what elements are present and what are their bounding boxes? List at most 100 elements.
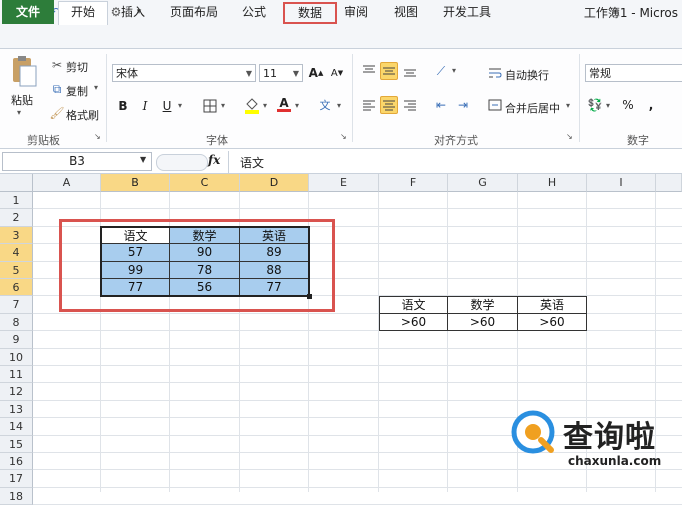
row-header-16[interactable]: 16	[0, 453, 33, 471]
column-header-g[interactable]: G	[448, 174, 518, 192]
font-launcher-icon[interactable]: ↘	[340, 132, 347, 141]
tab-view[interactable]: 视图	[388, 2, 424, 22]
phonetic-dropdown-icon[interactable]: ▾	[337, 101, 341, 110]
row-header-15[interactable]: 15	[0, 435, 33, 453]
fill-dropdown-icon[interactable]: ▾	[263, 101, 267, 110]
clipboard-launcher-icon[interactable]: ↘	[94, 132, 101, 141]
table-cell[interactable]: 语文	[379, 296, 448, 314]
orientation-icon[interactable]: ⟋	[432, 62, 450, 80]
table-cell[interactable]: 英语	[518, 296, 587, 314]
column-gridline	[447, 192, 448, 492]
cut-button[interactable]: 剪切	[66, 59, 88, 75]
wrap-text-icon[interactable]	[486, 64, 504, 82]
merge-center-button[interactable]: 合并后居中	[505, 100, 560, 116]
accounting-dropdown-icon[interactable]: ▾	[606, 101, 610, 110]
merge-dropdown-icon[interactable]: ▾	[566, 101, 570, 110]
row-header-14[interactable]: 14	[0, 418, 33, 436]
column-header-c[interactable]: C	[170, 174, 240, 192]
column-header-partial[interactable]	[656, 174, 682, 192]
row-header-10[interactable]: 10	[0, 348, 33, 366]
name-box[interactable]: B3	[2, 152, 152, 171]
fill-color-icon[interactable]	[243, 96, 261, 114]
italic-button[interactable]: I	[136, 97, 154, 115]
row-header-9[interactable]: 9	[0, 331, 33, 349]
table-cell[interactable]: >60	[448, 313, 518, 332]
column-header-a[interactable]: A	[33, 174, 101, 192]
copy-button[interactable]: 复制	[66, 83, 88, 99]
tab-developer[interactable]: 开发工具	[436, 2, 498, 22]
copy-dropdown-icon[interactable]: ▾	[94, 83, 98, 92]
table-cell[interactable]: >60	[518, 313, 587, 332]
name-box-dropdown-icon[interactable]: ▼	[140, 155, 146, 164]
decrease-indent-icon[interactable]: ⇤	[432, 96, 450, 114]
tab-data[interactable]: 数据	[283, 2, 337, 24]
tab-formulas[interactable]: 公式	[234, 2, 274, 22]
row-header-6[interactable]: 6	[0, 279, 33, 297]
align-left-icon[interactable]	[360, 96, 378, 114]
increase-indent-icon[interactable]: ⇥	[454, 96, 472, 114]
wrap-text-button[interactable]: 自动换行	[505, 67, 549, 83]
row-header-12[interactable]: 12	[0, 383, 33, 401]
align-middle-icon[interactable]	[380, 62, 398, 80]
format-painter-icon[interactable]: 🖌	[48, 104, 66, 122]
column-header-i[interactable]: I	[587, 174, 656, 192]
column-header-d[interactable]: D	[240, 174, 309, 192]
bold-button[interactable]: B	[114, 97, 132, 115]
paste-dropdown-icon[interactable]: ▾	[17, 108, 21, 117]
borders-icon[interactable]	[201, 97, 219, 115]
row-header-3[interactable]: 3	[0, 226, 33, 245]
paste-button[interactable]: 粘贴	[11, 92, 33, 108]
font-color-dropdown-icon[interactable]: ▾	[295, 101, 299, 110]
orientation-dropdown-icon[interactable]: ▾	[452, 66, 456, 75]
tab-file[interactable]: 文件	[2, 0, 54, 24]
comma-button[interactable]: ,	[642, 96, 660, 114]
column-header-f[interactable]: F	[379, 174, 448, 192]
scissors-icon[interactable]: ✂	[48, 56, 66, 74]
align-bottom-icon[interactable]	[401, 62, 419, 80]
row-header-13[interactable]: 13	[0, 400, 33, 419]
select-all-corner[interactable]	[0, 174, 33, 192]
tab-insert[interactable]: 插入	[113, 2, 153, 22]
align-top-icon[interactable]	[360, 62, 378, 80]
alignment-launcher-icon[interactable]: ↘	[566, 132, 573, 141]
row-header-7[interactable]: 7	[0, 296, 33, 314]
insert-function-icon[interactable]: fx	[208, 153, 220, 167]
row-header-2[interactable]: 2	[0, 209, 33, 227]
font-name-select[interactable]: 宋体 ▼	[112, 64, 256, 82]
table-cell[interactable]: >60	[379, 313, 448, 332]
align-center-icon[interactable]	[380, 96, 398, 114]
shrink-font-icon[interactable]: A ▼	[328, 64, 346, 82]
percent-button[interactable]: %	[619, 96, 637, 114]
font-color-icon[interactable]: A	[275, 95, 293, 113]
row-header-17[interactable]: 17	[0, 470, 33, 488]
grow-font-icon[interactable]: A ▲	[307, 64, 325, 82]
merge-center-icon[interactable]	[486, 96, 504, 114]
copy-icon[interactable]: ⧉	[48, 80, 66, 98]
tab-page-layout[interactable]: 页面布局	[164, 2, 224, 22]
paste-icon[interactable]	[8, 54, 38, 88]
table-cell[interactable]: 数学	[448, 296, 518, 314]
row-header-8[interactable]: 8	[0, 313, 33, 332]
format-painter-button[interactable]: 格式刷	[66, 107, 99, 123]
align-right-icon[interactable]	[401, 96, 419, 114]
borders-dropdown-icon[interactable]: ▾	[221, 101, 225, 110]
formula-bar-splitter[interactable]	[156, 154, 208, 171]
column-header-b[interactable]: B	[101, 174, 170, 192]
font-size-select[interactable]: 11 ▼	[259, 64, 303, 82]
column-header-e[interactable]: E	[309, 174, 379, 192]
row-header-4[interactable]: 4	[0, 244, 33, 262]
number-format-select[interactable]: 常规	[585, 64, 682, 82]
row-header-11[interactable]: 11	[0, 366, 33, 384]
fill-handle[interactable]	[307, 294, 312, 299]
tab-review[interactable]: 审阅	[338, 2, 374, 22]
row-header-5[interactable]: 5	[0, 261, 33, 279]
row-header-18[interactable]: 18	[0, 487, 33, 505]
underline-button[interactable]: U	[158, 97, 176, 115]
row-header-1[interactable]: 1	[0, 192, 33, 210]
tab-home[interactable]: 开始	[58, 1, 108, 25]
formula-input[interactable]: 语文	[240, 154, 264, 171]
underline-dropdown-icon[interactable]: ▾	[178, 101, 182, 110]
accounting-format-icon[interactable]: 💱	[586, 96, 604, 114]
phonetic-icon[interactable]: 文	[316, 96, 334, 114]
column-header-h[interactable]: H	[518, 174, 587, 192]
